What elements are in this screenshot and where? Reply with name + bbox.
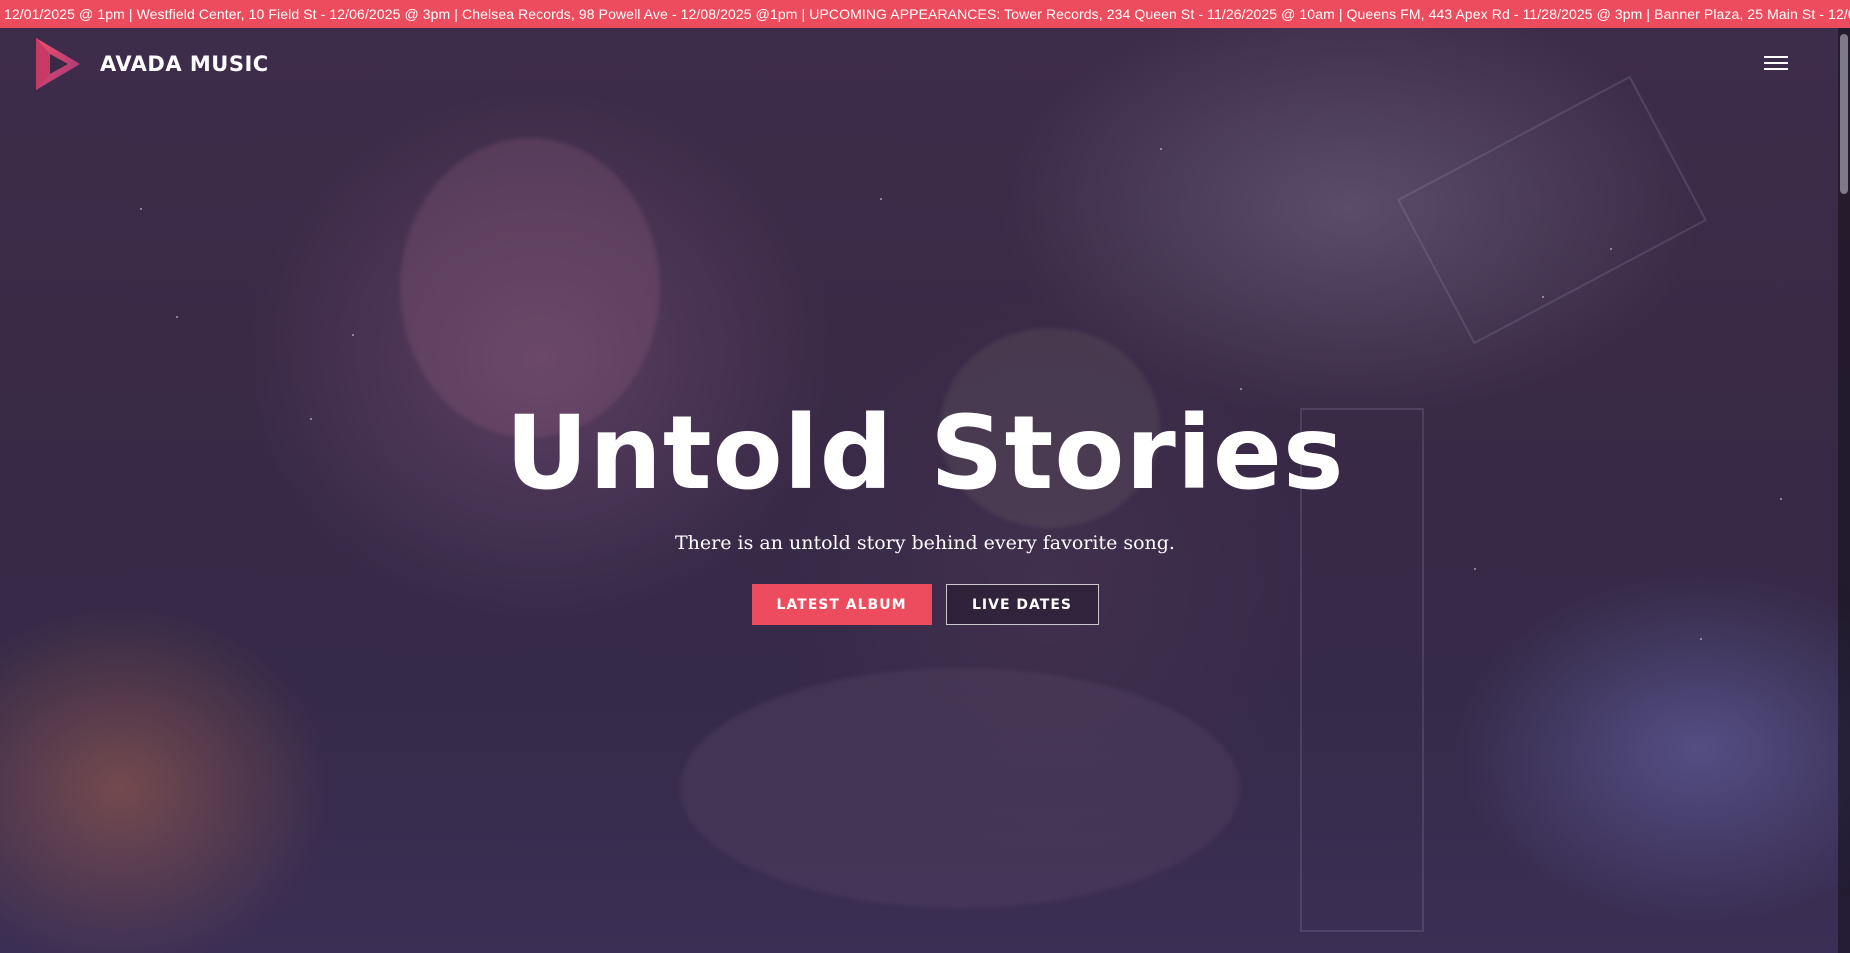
site-header: AVADA MUSIC (0, 28, 1850, 104)
hamburger-menu-icon[interactable] (1764, 56, 1788, 74)
star (1160, 148, 1162, 150)
hero-title: Untold Stories (505, 394, 1345, 513)
page: 12/01/2025 @ 1pm | Westfield Center, 10 … (0, 0, 1850, 953)
brand-name: AVADA MUSIC (100, 52, 269, 76)
drum-kit-shape (680, 668, 1240, 908)
star (1700, 638, 1702, 640)
star (1542, 296, 1544, 298)
star (880, 198, 882, 200)
live-dates-button[interactable]: LIVE DATES (945, 584, 1099, 625)
hero-content: Untold Stories There is an untold story … (0, 392, 1850, 625)
star (1240, 388, 1242, 390)
star (1610, 248, 1612, 250)
hero-buttons: LATEST ALBUM LIVE DATES (0, 584, 1850, 625)
hero-subtitle: There is an untold story behind every fa… (675, 532, 1175, 554)
scrollbar-thumb[interactable] (1840, 34, 1848, 194)
latest-album-button[interactable]: LATEST ALBUM (751, 584, 932, 625)
ticker-text: 12/01/2025 @ 1pm | Westfield Center, 10 … (4, 6, 1850, 22)
site-logo[interactable]: AVADA MUSIC (34, 36, 269, 92)
page-scrollbar[interactable] (1838, 28, 1850, 953)
appearances-ticker: 12/01/2025 @ 1pm | Westfield Center, 10 … (0, 0, 1850, 28)
star (352, 334, 354, 336)
star (140, 208, 142, 210)
star (176, 316, 178, 318)
stage-truss-diagonal (1396, 75, 1708, 345)
play-triangle-icon (36, 38, 80, 90)
